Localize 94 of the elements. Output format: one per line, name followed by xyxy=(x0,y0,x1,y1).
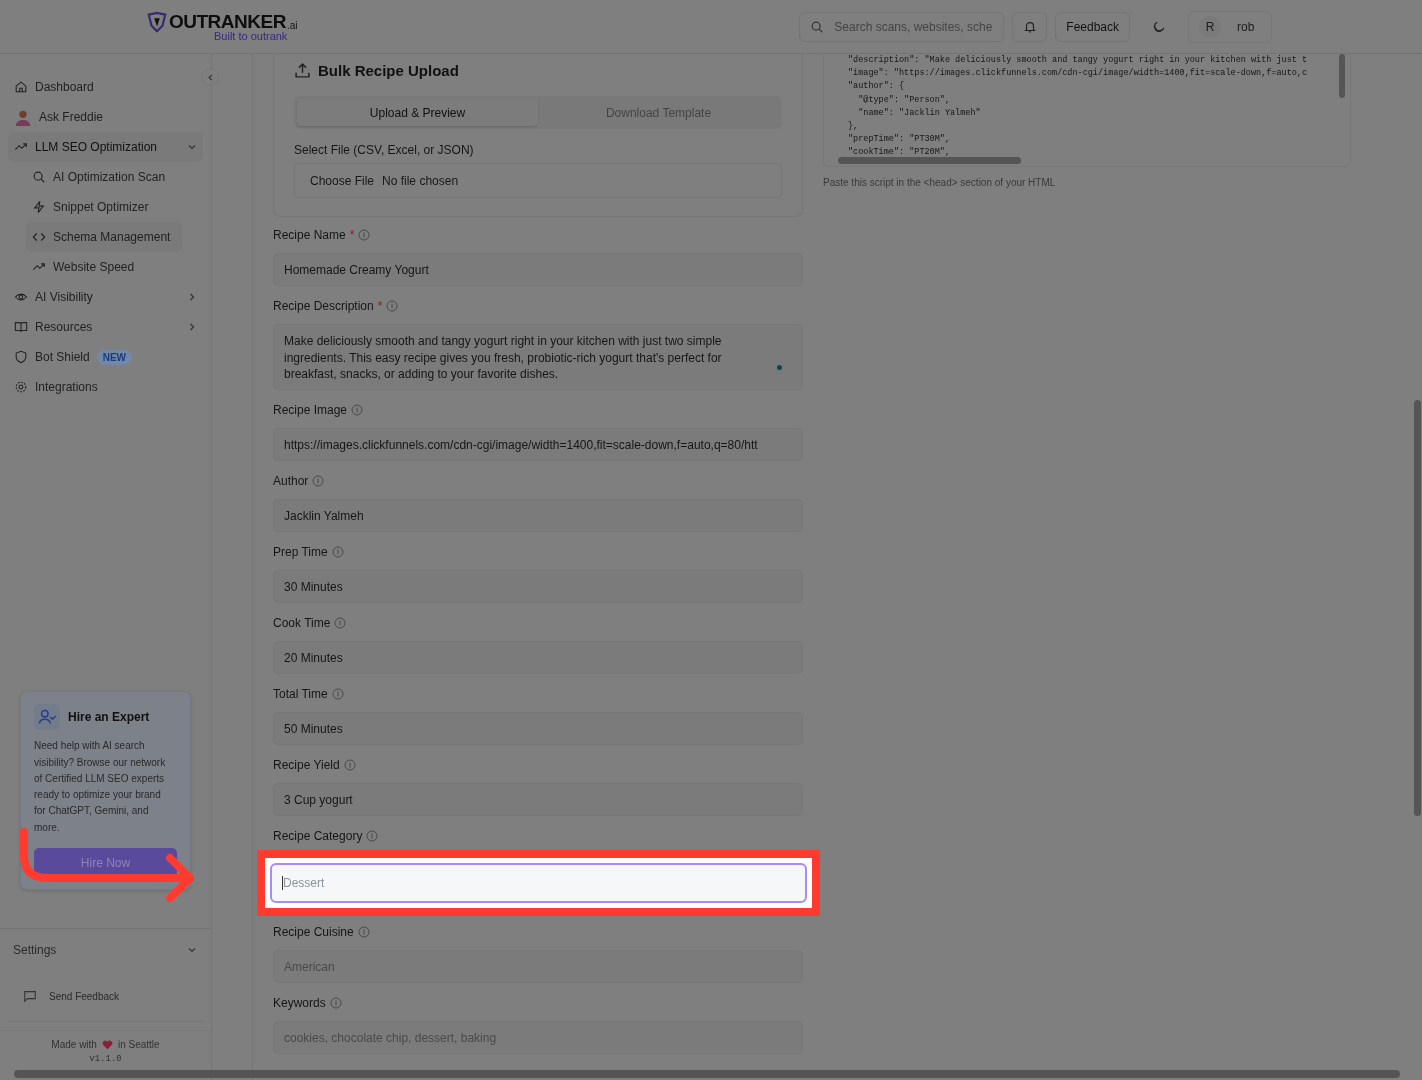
chevron-right-icon xyxy=(187,322,197,332)
footer-text: Made with xyxy=(51,1039,97,1050)
heart-icon xyxy=(101,1039,113,1050)
code-line: "author": { xyxy=(848,80,906,94)
lightning-icon xyxy=(32,200,46,214)
nav-item[interactable]: Integrations xyxy=(8,372,203,402)
hint-text: Paste this script in the <head> section of your HTML xyxy=(823,177,1057,188)
file-input[interactable]: Choose File No file chosen xyxy=(294,163,782,198)
input-field[interactable]: 20 Minutes xyxy=(273,641,803,674)
user-menu[interactable]: R rob xyxy=(1188,10,1272,43)
settings-toggle[interactable]: Settings xyxy=(0,929,211,971)
book-icon xyxy=(14,320,28,334)
info-icon xyxy=(351,404,364,416)
notifications-button[interactable] xyxy=(1012,11,1048,42)
info-icon xyxy=(357,926,370,938)
info-icon xyxy=(329,997,342,1009)
field-label: Recipe Name xyxy=(273,228,346,242)
code-line: "prepTime": "PT30M", xyxy=(848,133,952,147)
logo-suffix: .ai xyxy=(286,20,298,31)
hire-description: Need help with AI search visibility? Browse our network of Certified LLM SEO experts ready to optimize your brand for ChatGPT, Gemini, and more. xyxy=(34,739,167,835)
chevron-left-icon xyxy=(205,72,215,82)
logo-wordmark: OUTRANKER xyxy=(169,11,286,32)
chevron-down-icon xyxy=(187,142,197,152)
info-icon xyxy=(386,300,399,312)
info-icon xyxy=(312,475,325,487)
field-label: Recipe Category xyxy=(273,829,363,843)
message-icon xyxy=(23,989,37,1003)
info-icon xyxy=(358,229,371,241)
field-label: Recipe Cuisine xyxy=(273,925,354,939)
code-line: "description": "Make deliciously smooth and tangy yogurt right in your kitchen with just t xyxy=(848,54,1309,67)
nav-item[interactable]: LLM SEO Optimization xyxy=(8,132,203,162)
upload-icon xyxy=(294,61,311,79)
nav-subitem[interactable]: Website Speed xyxy=(26,252,176,282)
nav-item[interactable]: AI Visibility xyxy=(8,282,203,312)
search-icon xyxy=(810,19,825,34)
field-label: Recipe Description xyxy=(273,299,374,313)
input-field[interactable]: 50 Minutes xyxy=(273,712,803,745)
nav-item[interactable]: Ask Freddie xyxy=(8,102,203,132)
field-label: Prep Time xyxy=(273,545,328,559)
info-icon xyxy=(334,617,347,629)
settings-icon xyxy=(14,380,28,394)
code-line: "image": "https://images.clickfunnels.com/cdn-cgi/image/width=1400,fit=scale-down,f=auto,c xyxy=(848,67,1309,81)
nav-subitem[interactable]: Schema Management xyxy=(26,222,182,252)
code-line: "@type": "Person", xyxy=(857,93,952,107)
input-field[interactable]: 3 Cup yogurt xyxy=(273,783,803,816)
nav-subitem[interactable]: Snippet Optimizer xyxy=(26,192,176,222)
input-field[interactable]: Jacklin Yalmeh xyxy=(273,499,803,532)
input-field[interactable]: https://images.clickfunnels.com/cdn-cgi/image/width=1400,fit=scale-down,f=auto,q=80/htt xyxy=(273,428,803,461)
tab[interactable]: Upload & Preview xyxy=(297,99,538,126)
feedback-button[interactable]: Feedback xyxy=(1055,11,1130,42)
code-line: "name": "Jacklin Yalmeh" xyxy=(857,106,982,120)
collapse-button[interactable] xyxy=(201,68,219,86)
info-icon xyxy=(331,688,344,700)
hire-title: Hire an Expert xyxy=(68,710,150,725)
code-icon xyxy=(32,230,46,244)
nav-item[interactable]: Bot Shield NEW xyxy=(8,342,203,372)
field-label: Recipe Image xyxy=(273,403,348,417)
info-icon xyxy=(343,759,356,771)
code-line: }, xyxy=(848,120,860,133)
required-mark: * xyxy=(349,228,355,242)
send-feedback-link[interactable]: Send Feedback xyxy=(8,971,203,1022)
field-label: Keywords xyxy=(273,996,326,1010)
chevron-right-icon xyxy=(187,292,197,302)
input-field[interactable]: 30 Minutes xyxy=(273,570,803,603)
input-field[interactable]: Dessert xyxy=(270,863,807,903)
logo-icon xyxy=(146,11,168,33)
nav-subitem[interactable]: AI Optimization Scan xyxy=(26,162,176,192)
user-check-icon xyxy=(34,704,60,731)
home-icon xyxy=(14,80,28,94)
field-label: Total Time xyxy=(273,687,328,701)
avatar-icon xyxy=(14,108,32,126)
new-badge: NEW xyxy=(96,349,133,365)
shield-icon xyxy=(14,350,28,364)
search-icon xyxy=(32,170,46,184)
bell-icon xyxy=(1022,19,1037,34)
nav-item[interactable]: Resources xyxy=(8,312,203,342)
dark-mode-icon[interactable] xyxy=(1152,19,1166,34)
logo-tagline: Built to outrank xyxy=(214,30,288,42)
footer-text: in Seattle xyxy=(117,1039,160,1050)
chevron-down-icon xyxy=(187,945,197,955)
search-field[interactable]: Search scans, websites, sche xyxy=(799,11,1005,42)
card-title: Bulk Recipe Upload xyxy=(318,61,459,79)
version-label: v1.1.0 xyxy=(88,1054,123,1064)
info-icon xyxy=(366,830,379,842)
input-field[interactable]: Homemade Creamy Yogurt xyxy=(273,253,803,286)
info-icon xyxy=(331,546,344,558)
required-mark: * xyxy=(377,299,383,313)
nav-item[interactable]: Dashboard xyxy=(8,72,203,102)
field-label: Cook Time xyxy=(273,616,331,630)
textarea-field[interactable]: Make deliciously smooth and tangy yogurt right in your kitchen with just two simple ingredients. This easy recipe gives you fresh, probiotic-rich yogurt that's perfect for breakfast, snacks, or adding to your favorite dishes. xyxy=(273,324,803,390)
field-label: Recipe Yield xyxy=(273,758,340,772)
code-line: "cookTime": "PT20M", xyxy=(848,146,952,160)
field-label: Author xyxy=(273,474,309,488)
field-label: Select File (CSV, Excel, or JSON) xyxy=(294,143,475,157)
